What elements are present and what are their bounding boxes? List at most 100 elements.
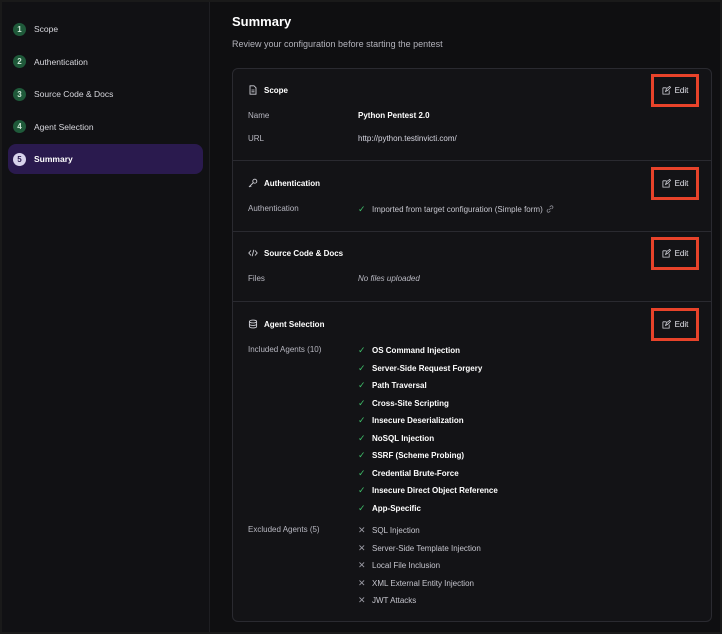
- scope-header: Scope: [248, 85, 288, 95]
- agent-name: Cross-Site Scripting: [372, 398, 449, 408]
- x-icon: ✕: [358, 577, 366, 588]
- scope-title: Scope: [264, 85, 289, 95]
- step-label: Agent Selection: [34, 121, 94, 132]
- step-label: Authentication: [34, 56, 88, 67]
- included-agent: ✓ App-Specific: [358, 503, 421, 514]
- scope-name-value: Python Pentest 2.0: [358, 111, 430, 120]
- excluded-agent: ✕ XML External Entity Injection: [358, 578, 474, 589]
- included-agent: ✓ NoSQL Injection: [358, 433, 434, 444]
- agent-name: Credential Brute-Force: [372, 468, 459, 478]
- included-agent: ✓ Insecure Direct Object Reference: [358, 485, 498, 496]
- agent-name: Server-Side Template Injection: [372, 543, 481, 553]
- agent-name: Server-Side Request Forgery: [372, 363, 483, 373]
- check-icon: ✓: [358, 502, 366, 513]
- step-agent-selection[interactable]: 4 Agent Selection: [8, 112, 203, 142]
- step-number: 2: [13, 55, 26, 68]
- source-section: Source Code & Docs Edit Files No files u…: [233, 232, 711, 302]
- agent-name: App-Specific: [372, 503, 421, 513]
- step-authentication[interactable]: 2 Authentication: [8, 47, 203, 77]
- excluded-agent: ✕ Local File Inclusion: [358, 560, 440, 571]
- step-label: Summary: [34, 154, 73, 164]
- step-label: Scope: [34, 24, 59, 34]
- edit-label: Edit: [674, 320, 689, 329]
- check-icon: ✓: [358, 380, 366, 390]
- step-number: 4: [13, 120, 26, 133]
- agent-name: Path Traversal: [372, 381, 427, 390]
- pencil-edit-icon: [662, 86, 671, 95]
- edit-label: Edit: [674, 86, 689, 95]
- auth-value: Imported from target configuration (Simp…: [372, 205, 543, 214]
- page-header: Summary Review your configuration before…: [232, 14, 712, 49]
- files-value: No files uploaded: [358, 274, 420, 283]
- check-icon: ✓: [358, 397, 366, 408]
- scope-name-label: Name: [248, 111, 270, 120]
- included-agents-label: Included Agents (10): [248, 345, 322, 354]
- excluded-agents-label: Excluded Agents (5): [248, 525, 320, 534]
- step-number: 1: [13, 22, 26, 36]
- included-agent: ✓ OS Command Injection: [358, 345, 460, 356]
- scope-edit-button[interactable]: Edit: [662, 86, 689, 95]
- summary-card: Scope Edit Name Python Pentest 2.0 URL h…: [232, 68, 712, 622]
- auth-edit-highlight: Edit: [651, 167, 699, 200]
- agents-title: Agent Selection: [264, 319, 325, 329]
- scope-url-label: URL: [248, 134, 265, 143]
- step-summary[interactable]: 5 Summary: [8, 144, 203, 174]
- auth-value-row: ✓ Imported from target configuration (Si…: [358, 204, 554, 215]
- agent-name: Local File Inclusion: [372, 561, 441, 570]
- auth-title: Authentication: [264, 178, 320, 188]
- document-icon: [248, 85, 258, 95]
- step-number: 3: [13, 87, 26, 101]
- agent-name: NoSQL Injection: [372, 433, 435, 443]
- pencil-edit-icon: [662, 320, 671, 329]
- link-icon[interactable]: [546, 204, 554, 215]
- included-agent: ✓ Path Traversal: [358, 380, 427, 391]
- page-title: Summary: [232, 14, 292, 29]
- source-edit-highlight: Edit: [651, 237, 699, 270]
- agent-name: XML External Entity Injection: [372, 578, 474, 588]
- check-icon: ✓: [358, 450, 366, 460]
- check-icon: ✓: [358, 467, 366, 478]
- included-agent: ✓ Insecure Deserialization: [358, 415, 464, 426]
- included-agent: ✓ SSRF (Scheme Probing): [358, 450, 464, 461]
- edit-label: Edit: [674, 249, 689, 258]
- auth-edit-button[interactable]: Edit: [662, 179, 688, 188]
- agents-section: Agent Selection Edit Included Agents (10…: [233, 302, 711, 623]
- step-source-code[interactable]: 3 Source Code & Docs: [8, 79, 203, 109]
- scope-url-value[interactable]: http://python.testinvicti.com/: [358, 134, 457, 143]
- included-agent: ✓ Server-Side Request Forgery: [358, 363, 482, 374]
- agent-name: Insecure Deserialization: [372, 416, 464, 425]
- included-agent: ✓ Credential Brute-Force: [358, 468, 459, 479]
- auth-label: Authentication: [248, 204, 299, 213]
- check-icon: ✓: [358, 415, 366, 425]
- step-label: Source Code & Docs: [34, 89, 114, 99]
- excluded-agent: ✕ Server-Side Template Injection: [358, 543, 481, 554]
- source-edit-button[interactable]: Edit: [662, 249, 689, 258]
- check-icon: ✓: [358, 345, 366, 355]
- auth-section: Authentication Edit Authentication ✓ Imp…: [233, 161, 711, 232]
- source-header: Source Code & Docs: [248, 248, 343, 258]
- x-icon: ✕: [358, 595, 366, 605]
- code-icon: [248, 248, 258, 258]
- agents-edit-button[interactable]: Edit: [662, 320, 689, 329]
- scope-section: Scope Edit Name Python Pentest 2.0 URL h…: [233, 69, 711, 161]
- check-icon: ✓: [358, 204, 366, 214]
- step-scope[interactable]: 1 Scope: [8, 14, 203, 44]
- agent-name: Insecure Direct Object Reference: [372, 486, 498, 495]
- check-icon: ✓: [358, 362, 366, 373]
- excluded-agent: ✕ SQL Injection: [358, 525, 420, 536]
- agent-name: SQL Injection: [372, 526, 420, 535]
- files-label: Files: [248, 274, 265, 283]
- wizard-sidebar: 1 Scope 2 Authentication 3 Source Code &…: [2, 2, 210, 632]
- agents-header: Agent Selection: [248, 319, 324, 329]
- agents-edit-highlight: Edit: [651, 308, 699, 341]
- x-icon: ✕: [358, 542, 366, 553]
- step-number: 5: [13, 152, 26, 166]
- source-title: Source Code & Docs: [264, 248, 344, 258]
- x-icon: ✕: [358, 560, 366, 570]
- database-icon: [248, 319, 258, 329]
- scope-edit-highlight: Edit: [651, 74, 699, 107]
- auth-header: Authentication: [248, 178, 320, 188]
- agent-name: JWT Attacks: [372, 596, 417, 605]
- check-icon: ✓: [358, 432, 366, 443]
- x-icon: ✕: [358, 525, 366, 535]
